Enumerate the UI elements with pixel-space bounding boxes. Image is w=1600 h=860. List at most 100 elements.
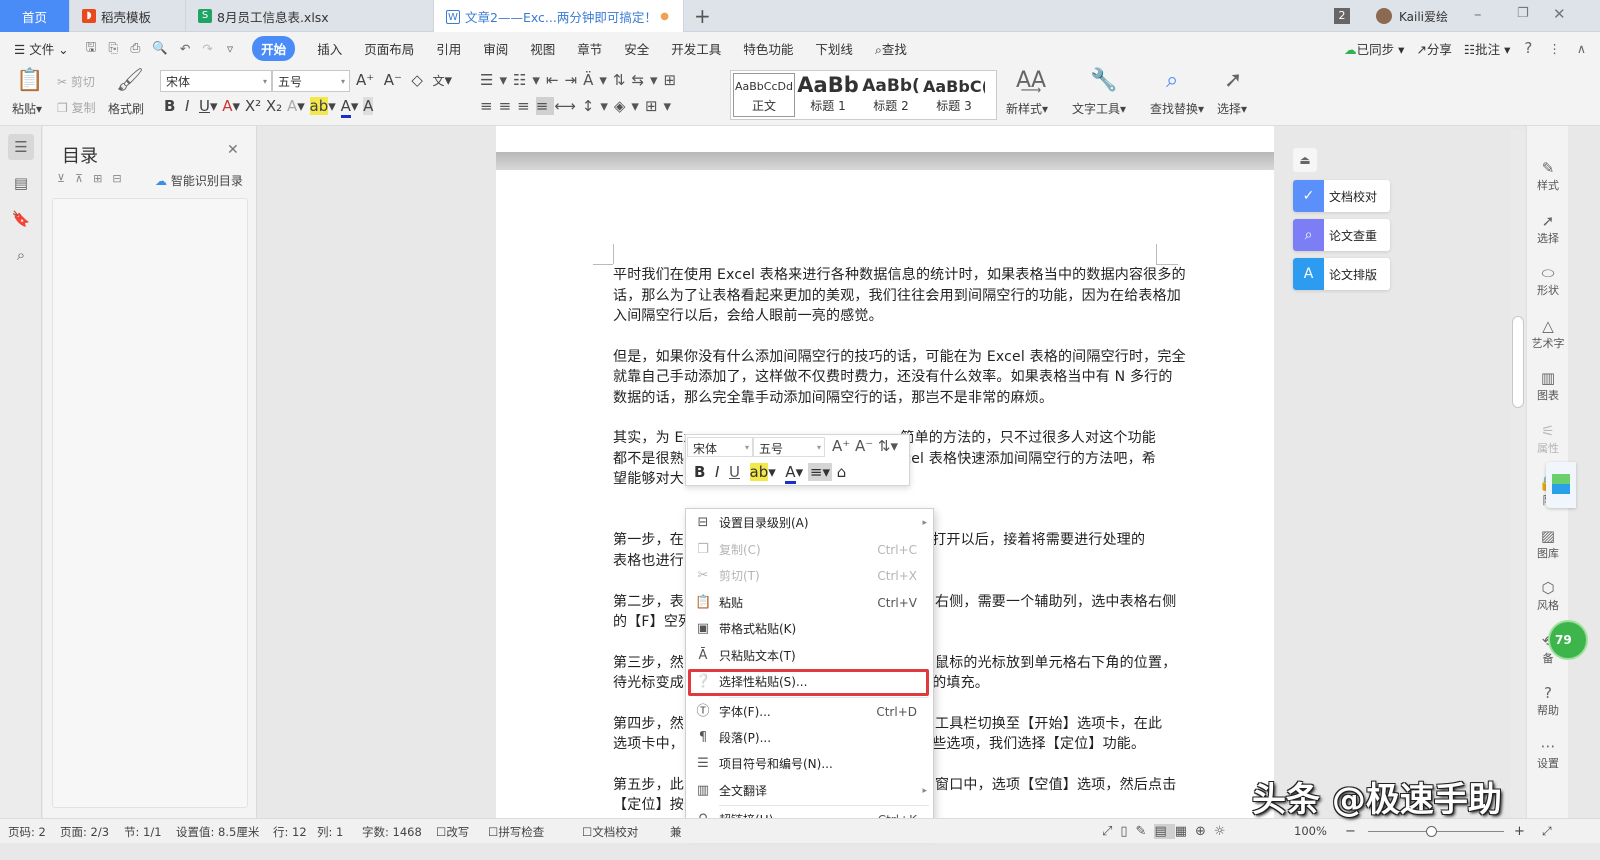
context-menu-item[interactable]: ⊟ 设置目录级别(A) ▸ (686, 510, 935, 536)
zoom-in-button[interactable]: + (1514, 824, 1525, 839)
font-size-select[interactable]: 五号 ▾ (272, 70, 350, 92)
export-icon[interactable]: ⎘ (108, 40, 118, 56)
page-thumbnail-icon[interactable]: ▤ (8, 170, 34, 196)
menu-section[interactable]: 章节 (577, 39, 602, 58)
menu-view[interactable]: 视图 (530, 39, 555, 58)
avatar[interactable] (1376, 8, 1392, 24)
overwrite-toggle[interactable]: ☐改写 (436, 824, 469, 840)
mini-format-buttons[interactable]: B I U ab▾ A▾ ≡▾ ⌂ (694, 463, 846, 484)
status-row[interactable]: 行: 12 (273, 824, 307, 840)
right-panel-button[interactable]: ⌕ 论文查重 (1293, 219, 1390, 251)
performance-badge[interactable]: 79 (1548, 620, 1588, 660)
search-button[interactable]: ⌕查找 (875, 39, 907, 58)
style-heading3[interactable]: AaBbC(标题 3 (923, 73, 985, 114)
status-words[interactable]: 字数: 1468 (362, 824, 422, 840)
tab-xlsx[interactable]: S 8月员工信息表.xlsx (186, 0, 434, 32)
print-preview-icon[interactable]: 🔍 (152, 40, 168, 56)
font-format-buttons[interactable]: B I U▾ A▾ X² X₂ A▾ ab▾ A▾ A (164, 97, 374, 118)
paste-button[interactable]: 粘贴▾ (12, 100, 42, 117)
collapse-ribbon-icon[interactable]: ∧ (1577, 41, 1586, 56)
zoom-out-button[interactable]: − (1345, 824, 1356, 839)
paste-icon[interactable]: 📋 (16, 68, 43, 93)
close-window-button[interactable]: ✕ (1553, 5, 1566, 23)
context-menu-item[interactable]: ❐ 复制(C) Ctrl+C (686, 537, 935, 563)
right-bar-theme[interactable]: ⬡ 风格 (1527, 580, 1569, 613)
collapse-panel-icon[interactable]: ⏏ (1293, 148, 1317, 172)
tab-home[interactable]: 首页 (0, 0, 70, 32)
grow-font-icon[interactable]: A⁺ A⁻ ◇ 文▾ (356, 71, 452, 89)
zoom-level[interactable]: 100% (1294, 824, 1327, 838)
paragraph-buttons-row1[interactable]: ☰▾☷▾⇤⇥Ä▾⇅⇆▾⊞ (480, 71, 682, 89)
right-bar-gallery[interactable]: ▨ 图库 (1527, 527, 1569, 561)
status-section[interactable]: 节: 1/1 (124, 824, 162, 840)
status-page[interactable]: 页码: 2 (8, 824, 46, 840)
text-tools-button[interactable]: 文字工具▾ (1072, 100, 1126, 117)
customize-chevron-icon[interactable]: ▿ (227, 41, 233, 56)
minimize-button[interactable]: – (1474, 5, 1482, 23)
toc-controls[interactable]: ⊻⊼⊞⊟ (57, 172, 132, 185)
mini-font-size-buttons[interactable]: A⁺ A⁻ ⇅▾ (832, 437, 898, 455)
file-menu[interactable]: ☰ 文件 ⌄ (14, 39, 69, 58)
fullscreen-icon[interactable]: ⤢ (1542, 824, 1552, 839)
restore-button[interactable]: ❐ (1517, 6, 1529, 21)
mini-font-select[interactable]: 宋体 ▾ (687, 437, 753, 457)
right-bar-chart[interactable]: ▥ 图表 (1527, 370, 1569, 403)
status-pages[interactable]: 页面: 2/3 (60, 824, 109, 840)
style-heading2[interactable]: AaBb(标题 2 (859, 73, 923, 114)
new-style-icon[interactable]: A͢A (1016, 68, 1046, 93)
compat-mode[interactable]: 兼 (670, 824, 682, 840)
right-panel-button[interactable]: A 论文排版 (1293, 258, 1390, 290)
cut-button[interactable]: ✂ 剪切 (57, 73, 95, 90)
context-menu-item[interactable]: ▥ 全文翻译 ▸ (686, 778, 935, 804)
view-mode-buttons[interactable]: ⤢▯✎▤▦⊕☼ (1102, 824, 1234, 839)
copy-button[interactable]: ❐ 复制 (57, 99, 96, 116)
mini-size-select[interactable]: 五号 ▾ (753, 437, 825, 457)
menu-home[interactable]: 开始 (252, 35, 296, 61)
scrollbar-thumb[interactable] (1512, 316, 1524, 408)
smart-toc-button[interactable]: ☁ 智能识别目录 (155, 172, 243, 189)
right-panel-button[interactable]: ✓ 文档校对 (1293, 180, 1390, 212)
bookmark-icon[interactable]: 🔖 (8, 206, 34, 232)
paragraph-buttons-row2[interactable]: ≡≡≡≡⟷↕▾◈▾⊞▾ (480, 97, 677, 115)
tab-docer[interactable]: ◗ 稻壳模板 (70, 0, 186, 32)
sync-button[interactable]: ☁已同步 ▾ (1344, 39, 1404, 58)
tab-document[interactable]: W 文章2——Exc...两分钟即可搞定！ ● (434, 0, 684, 33)
status-col[interactable]: 列: 1 (317, 824, 343, 840)
menu-security[interactable]: 安全 (624, 39, 649, 58)
new-tab-button[interactable]: + (694, 4, 711, 28)
right-bar-shape[interactable]: ⬭ 形状 (1527, 265, 1569, 298)
undo-icon[interactable]: ↶ (180, 41, 190, 56)
right-bar-properties[interactable]: ⚟ 属性 (1527, 422, 1569, 456)
window-count-badge[interactable]: 2 (1334, 8, 1350, 24)
proofread-toggle[interactable]: ☐文档校对 (582, 824, 638, 840)
find-replace-icon[interactable]: ⌕ (1166, 68, 1178, 93)
format-painter-icon[interactable]: 🖌 (116, 68, 144, 93)
menu-layout[interactable]: 页面布局 (364, 39, 414, 58)
context-menu-item[interactable]: ✂ 剪切(T) Ctrl+X (686, 563, 935, 589)
new-style-button[interactable]: 新样式▾ (1006, 100, 1048, 117)
toc-nav-icon[interactable]: ☰ (8, 134, 34, 160)
vertical-scrollbar[interactable] (1510, 130, 1525, 818)
redo-icon[interactable]: ↷ (202, 41, 212, 56)
right-bar-wordart[interactable]: △ 艺术字 (1527, 317, 1569, 351)
font-family-select[interactable]: 宋体 ▾ (160, 70, 272, 92)
context-menu-item[interactable]: ▣ 带格式粘贴(K) (686, 616, 935, 642)
right-bar-help[interactable]: ? 帮助 (1527, 685, 1569, 718)
menu-review[interactable]: 审阅 (483, 39, 508, 58)
cursor-icon[interactable]: ➚ (1224, 68, 1242, 93)
wrench-icon[interactable]: 🔧 (1090, 68, 1117, 93)
status-setting[interactable]: 设置值: 8.5厘米 (176, 824, 259, 840)
user-name[interactable]: Kaili爱绘 (1399, 8, 1448, 25)
context-menu-item[interactable]: ¶ 段落(P)... (686, 725, 935, 751)
right-bar-select[interactable]: ➚ 选择 (1527, 212, 1569, 246)
select-button[interactable]: 选择▾ (1217, 100, 1247, 117)
spell-check-toggle[interactable]: ☐拼写检查 (488, 824, 544, 840)
share-button[interactable]: ↗分享 (1416, 39, 1452, 58)
menu-references[interactable]: 引用 (436, 39, 461, 58)
find-replace-button[interactable]: 查找替换▾ (1150, 100, 1204, 117)
menu-underline[interactable]: 下划线 (815, 39, 853, 58)
style-heading1[interactable]: AaBb 标题 1 (797, 73, 859, 114)
context-menu-item[interactable]: ☰ 项目符号和编号(N)... (686, 751, 935, 777)
find-nav-icon[interactable]: ⌕ (8, 242, 34, 268)
floating-app-icon[interactable] (1546, 462, 1576, 508)
